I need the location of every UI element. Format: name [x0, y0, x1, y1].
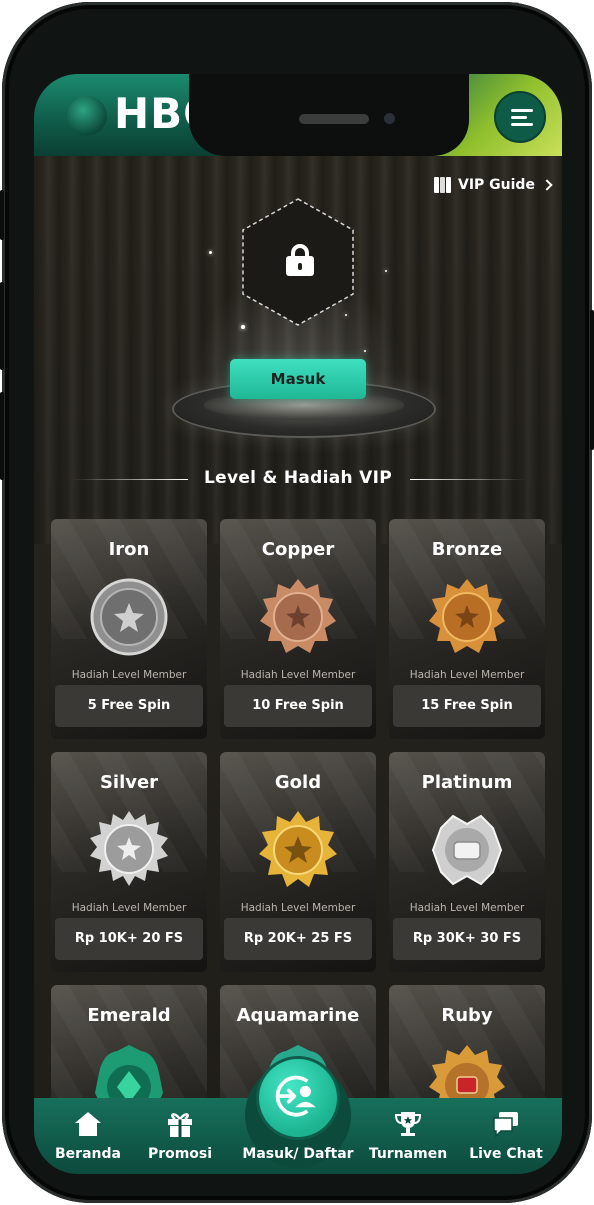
level-name: Emerald	[87, 1005, 171, 1026]
sparkle	[209, 251, 212, 254]
level-name: Iron	[108, 539, 150, 560]
login-button[interactable]: Masuk	[230, 359, 366, 399]
copper-medal-icon	[260, 579, 336, 653]
nav-label: Live Chat	[469, 1146, 543, 1162]
front-camera	[384, 113, 395, 124]
level-name: Gold	[274, 772, 322, 793]
nav-label[interactable]: Masuk/ Daftar	[230, 1146, 366, 1162]
level-card-iron[interactable]: Iron Hadiah Level Member 5 Free Spin	[51, 519, 207, 739]
reward-caption: Hadiah Level Member	[409, 669, 525, 681]
logo-mark	[67, 96, 107, 136]
reward-value: Rp 30K+ 30 FS	[393, 918, 541, 960]
reward-caption: Hadiah Level Member	[71, 669, 187, 681]
reward-caption: Hadiah Level Member	[71, 902, 187, 914]
lock-icon	[286, 244, 314, 276]
level-name: Ruby	[441, 1005, 493, 1026]
reward-value: 15 Free Spin	[393, 685, 541, 727]
vip-guide-link[interactable]: VIP Guide	[434, 174, 553, 196]
gift-icon	[168, 1113, 192, 1137]
reward-value: 10 Free Spin	[224, 685, 372, 727]
book-icon	[434, 177, 452, 193]
nav-label: Turnamen	[368, 1146, 448, 1162]
reward-value: 5 Free Spin	[55, 685, 203, 727]
nav-label: Beranda	[55, 1146, 121, 1162]
bronze-medal-icon	[429, 579, 505, 653]
power-button	[590, 310, 594, 450]
level-card-bronze[interactable]: Bronze Hadiah Level Member 15 Free Spin	[389, 519, 545, 739]
silver-medal-icon	[90, 811, 168, 886]
level-card-silver[interactable]: Silver Hadiah Level Member Rp 10K+ 20 FS	[51, 752, 207, 972]
level-name: Platinum	[421, 772, 513, 793]
menu-icon-bar	[511, 123, 533, 126]
sparkle	[364, 350, 366, 352]
reward-value: Rp 20K+ 25 FS	[224, 918, 372, 960]
menu-icon-bar	[511, 116, 527, 119]
nav-item-promosi[interactable]: Promosi	[132, 1098, 228, 1174]
login-icon	[275, 1075, 316, 1117]
level-name: Aquamarine	[236, 1005, 360, 1026]
iron-medal-icon	[90, 578, 168, 656]
vip-guide-label: VIP Guide	[458, 177, 535, 193]
platinum-medal-icon	[431, 814, 503, 886]
level-name: Silver	[99, 772, 159, 793]
locked-level-badge	[238, 196, 358, 328]
menu-button[interactable]	[494, 91, 546, 143]
speaker-grille	[299, 114, 369, 124]
level-name: Bronze	[431, 539, 503, 560]
nav-item-live-chat[interactable]: Live Chat	[458, 1098, 554, 1174]
phone-notch	[189, 74, 469, 156]
reward-caption: Hadiah Level Member	[240, 669, 356, 681]
reward-caption: Hadiah Level Member	[409, 902, 525, 914]
home-icon	[75, 1112, 101, 1136]
level-card-platinum[interactable]: Platinum Hadiah Level Member Rp 30K+ 30 …	[389, 752, 545, 972]
gold-medal-icon	[259, 811, 337, 887]
chat-icon	[493, 1112, 518, 1138]
volume-up-button	[0, 282, 4, 370]
section-title: Level & Hadiah VIP	[204, 468, 392, 488]
sparkle	[385, 270, 387, 272]
app-screen: HBO9 VIP Guide Masuk Level & Hadiah VIP	[34, 74, 562, 1174]
menu-icon	[511, 109, 533, 112]
login-register-button[interactable]	[256, 1056, 340, 1140]
reward-caption: Hadiah Level Member	[240, 902, 356, 914]
volume-down-button	[0, 392, 4, 480]
level-card-gold[interactable]: Gold Hadiah Level Member Rp 20K+ 25 FS	[220, 752, 376, 972]
nav-item-beranda[interactable]: Beranda	[40, 1098, 136, 1174]
nav-item-turnamen[interactable]: Turnamen	[360, 1098, 456, 1174]
level-card-copper[interactable]: Copper Hadiah Level Member 10 Free Spin	[220, 519, 376, 739]
chevron-right-icon	[541, 179, 553, 191]
nav-label: Promosi	[147, 1146, 213, 1162]
divider-right	[410, 479, 526, 480]
trophy-icon	[394, 1112, 422, 1136]
mute-switch	[0, 190, 4, 240]
reward-value: Rp 10K+ 20 FS	[55, 918, 203, 960]
level-name: Copper	[261, 539, 335, 560]
